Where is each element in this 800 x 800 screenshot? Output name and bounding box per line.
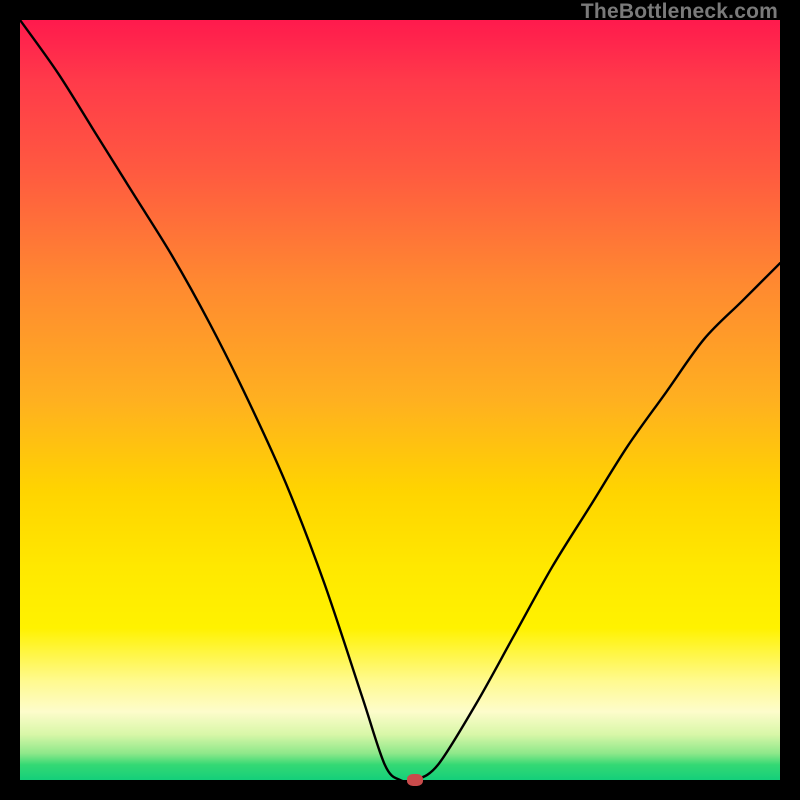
chart-frame: TheBottleneck.com <box>0 0 800 800</box>
curve-svg <box>20 20 780 780</box>
optimal-point-marker <box>407 774 423 786</box>
plot-area <box>20 20 780 780</box>
bottleneck-curve-path <box>20 20 780 780</box>
